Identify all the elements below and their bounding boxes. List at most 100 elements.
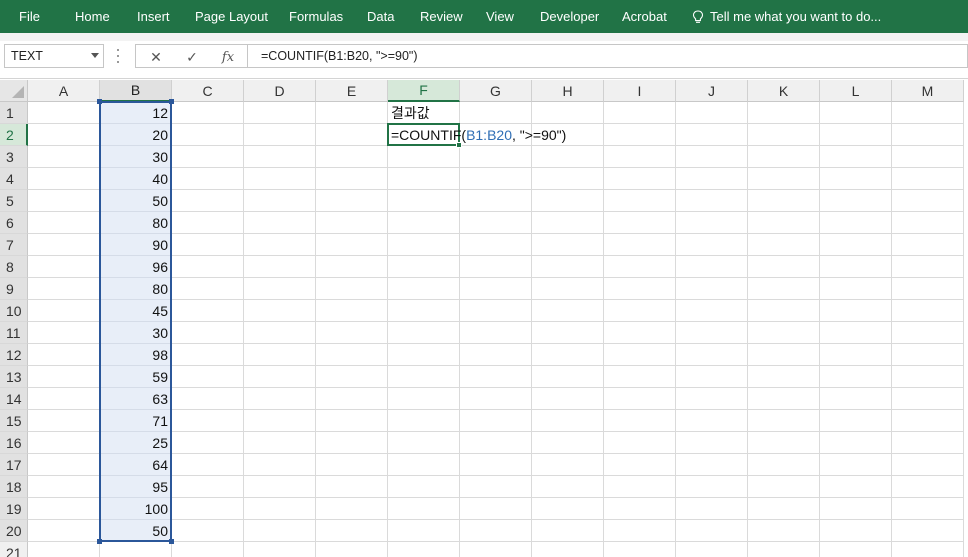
cell-i1[interactable] bbox=[604, 102, 676, 124]
cell-g12[interactable] bbox=[460, 344, 532, 366]
cell-e6[interactable] bbox=[316, 212, 388, 234]
cell-a17[interactable] bbox=[28, 454, 100, 476]
cell-c12[interactable] bbox=[172, 344, 244, 366]
cell-f8[interactable] bbox=[388, 256, 460, 278]
cell-h5[interactable] bbox=[532, 190, 604, 212]
cell-a15[interactable] bbox=[28, 410, 100, 432]
cell-m12[interactable] bbox=[892, 344, 964, 366]
cell-d17[interactable] bbox=[244, 454, 316, 476]
cell-b11[interactable]: 30 bbox=[100, 322, 172, 344]
cell-h13[interactable] bbox=[532, 366, 604, 388]
cell-j9[interactable] bbox=[676, 278, 748, 300]
cell-j17[interactable] bbox=[676, 454, 748, 476]
cell-l19[interactable] bbox=[820, 498, 892, 520]
cell-c9[interactable] bbox=[172, 278, 244, 300]
cell-f2-editing[interactable]: =COUNTIF(B1:B20, ">=90") bbox=[388, 124, 566, 146]
cell-i5[interactable] bbox=[604, 190, 676, 212]
cell-i4[interactable] bbox=[604, 168, 676, 190]
cell-b12[interactable]: 98 bbox=[100, 344, 172, 366]
cell-m2[interactable] bbox=[892, 124, 964, 146]
cell-f20[interactable] bbox=[388, 520, 460, 542]
cell-a11[interactable] bbox=[28, 322, 100, 344]
cell-h4[interactable] bbox=[532, 168, 604, 190]
cell-d4[interactable] bbox=[244, 168, 316, 190]
cell-m8[interactable] bbox=[892, 256, 964, 278]
cell-k18[interactable] bbox=[748, 476, 820, 498]
worksheet-grid[interactable]: A B C D E F G H I J K L M 1 12 결과값 2 20 3 30 4 40 5 50 6 80 7 90 8 96… bbox=[0, 80, 968, 557]
cell-h7[interactable] bbox=[532, 234, 604, 256]
row-header-12[interactable]: 12 bbox=[0, 344, 28, 366]
cell-m15[interactable] bbox=[892, 410, 964, 432]
row-header-19[interactable]: 19 bbox=[0, 498, 28, 520]
cell-k11[interactable] bbox=[748, 322, 820, 344]
cell-l3[interactable] bbox=[820, 146, 892, 168]
cell-j15[interactable] bbox=[676, 410, 748, 432]
cell-h12[interactable] bbox=[532, 344, 604, 366]
cell-l6[interactable] bbox=[820, 212, 892, 234]
cell-l13[interactable] bbox=[820, 366, 892, 388]
cell-f9[interactable] bbox=[388, 278, 460, 300]
cell-b3[interactable]: 30 bbox=[100, 146, 172, 168]
tab-formulas[interactable]: Formulas bbox=[289, 0, 343, 33]
cell-b1[interactable]: 12 bbox=[100, 102, 172, 124]
cell-a6[interactable] bbox=[28, 212, 100, 234]
cell-b19[interactable]: 100 bbox=[100, 498, 172, 520]
cell-a13[interactable] bbox=[28, 366, 100, 388]
cell-k6[interactable] bbox=[748, 212, 820, 234]
cell-h19[interactable] bbox=[532, 498, 604, 520]
cell-f14[interactable] bbox=[388, 388, 460, 410]
cell-f18[interactable] bbox=[388, 476, 460, 498]
cell-a21[interactable] bbox=[28, 542, 100, 557]
cell-j4[interactable] bbox=[676, 168, 748, 190]
cell-e18[interactable] bbox=[316, 476, 388, 498]
cell-i8[interactable] bbox=[604, 256, 676, 278]
row-header-1[interactable]: 1 bbox=[0, 102, 28, 124]
cell-m1[interactable] bbox=[892, 102, 964, 124]
cell-m9[interactable] bbox=[892, 278, 964, 300]
cell-c13[interactable] bbox=[172, 366, 244, 388]
cell-g21[interactable] bbox=[460, 542, 532, 557]
cell-e10[interactable] bbox=[316, 300, 388, 322]
cell-h11[interactable] bbox=[532, 322, 604, 344]
cell-c11[interactable] bbox=[172, 322, 244, 344]
cell-h14[interactable] bbox=[532, 388, 604, 410]
cell-b16[interactable]: 25 bbox=[100, 432, 172, 454]
cell-i7[interactable] bbox=[604, 234, 676, 256]
cell-l17[interactable] bbox=[820, 454, 892, 476]
tab-review[interactable]: Review bbox=[420, 0, 463, 33]
cell-h8[interactable] bbox=[532, 256, 604, 278]
cell-b10[interactable]: 45 bbox=[100, 300, 172, 322]
cell-h20[interactable] bbox=[532, 520, 604, 542]
cell-e8[interactable] bbox=[316, 256, 388, 278]
row-header-20[interactable]: 20 bbox=[0, 520, 28, 542]
cell-h6[interactable] bbox=[532, 212, 604, 234]
drag-handle-icon[interactable] bbox=[117, 49, 120, 63]
cell-c17[interactable] bbox=[172, 454, 244, 476]
cell-a12[interactable] bbox=[28, 344, 100, 366]
column-header-b[interactable]: B bbox=[100, 80, 172, 102]
cell-l18[interactable] bbox=[820, 476, 892, 498]
tab-data[interactable]: Data bbox=[367, 0, 394, 33]
row-header-13[interactable]: 13 bbox=[0, 366, 28, 388]
cell-j2[interactable] bbox=[676, 124, 748, 146]
cell-m14[interactable] bbox=[892, 388, 964, 410]
cell-d16[interactable] bbox=[244, 432, 316, 454]
cell-c5[interactable] bbox=[172, 190, 244, 212]
cell-e7[interactable] bbox=[316, 234, 388, 256]
column-header-h[interactable]: H bbox=[532, 80, 604, 102]
row-header-3[interactable]: 3 bbox=[0, 146, 28, 168]
cell-h16[interactable] bbox=[532, 432, 604, 454]
column-header-f[interactable]: F bbox=[388, 80, 460, 102]
tab-view[interactable]: View bbox=[486, 0, 514, 33]
cell-j1[interactable] bbox=[676, 102, 748, 124]
row-header-2[interactable]: 2 bbox=[0, 124, 28, 146]
column-header-g[interactable]: G bbox=[460, 80, 532, 102]
cell-d1[interactable] bbox=[244, 102, 316, 124]
cell-d6[interactable] bbox=[244, 212, 316, 234]
cell-k9[interactable] bbox=[748, 278, 820, 300]
cell-f13[interactable] bbox=[388, 366, 460, 388]
cell-b17[interactable]: 64 bbox=[100, 454, 172, 476]
cell-a4[interactable] bbox=[28, 168, 100, 190]
cell-d2[interactable] bbox=[244, 124, 316, 146]
cell-c1[interactable] bbox=[172, 102, 244, 124]
